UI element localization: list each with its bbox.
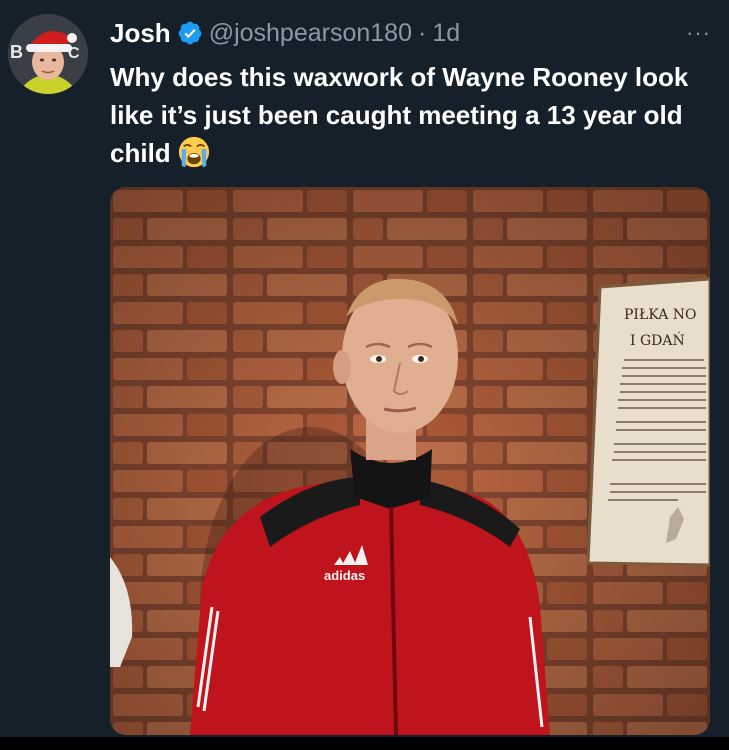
tweet-timestamp[interactable]: 1d bbox=[432, 19, 460, 48]
plaque-title-line1: PIŁKA NO bbox=[624, 307, 697, 323]
tweet-media-image[interactable]: PIŁKA NO I GDAŃ adidas bbox=[110, 187, 710, 735]
loudly-crying-face-emoji bbox=[178, 136, 209, 168]
avatar[interactable]: B C bbox=[8, 14, 88, 94]
tweet-text: Why does this waxwork of Wayne Rooney lo… bbox=[110, 58, 700, 172]
tweet-card: B C Josh @joshpearson180 · 1d ··· Why do… bbox=[0, 0, 729, 750]
jacket-logo-text: adidas bbox=[324, 568, 365, 583]
avatar-image: B C bbox=[8, 14, 88, 94]
svg-text:B: B bbox=[10, 42, 23, 62]
tweet-header: Josh @joshpearson180 · 1d bbox=[110, 16, 689, 50]
bottom-edge bbox=[0, 737, 729, 750]
waxwork-photo: PIŁKA NO I GDAŃ adidas bbox=[110, 187, 710, 735]
author-name[interactable]: Josh bbox=[110, 18, 171, 49]
separator-dot: · bbox=[417, 18, 427, 47]
plaque-title-line2: I GDAŃ bbox=[630, 331, 685, 349]
verified-badge-icon bbox=[178, 21, 202, 45]
more-options-icon[interactable]: ··· bbox=[686, 20, 711, 46]
author-handle[interactable]: @joshpearson180 bbox=[209, 19, 412, 48]
museum-plaque: PIŁKA NO I GDAŃ bbox=[586, 277, 710, 567]
